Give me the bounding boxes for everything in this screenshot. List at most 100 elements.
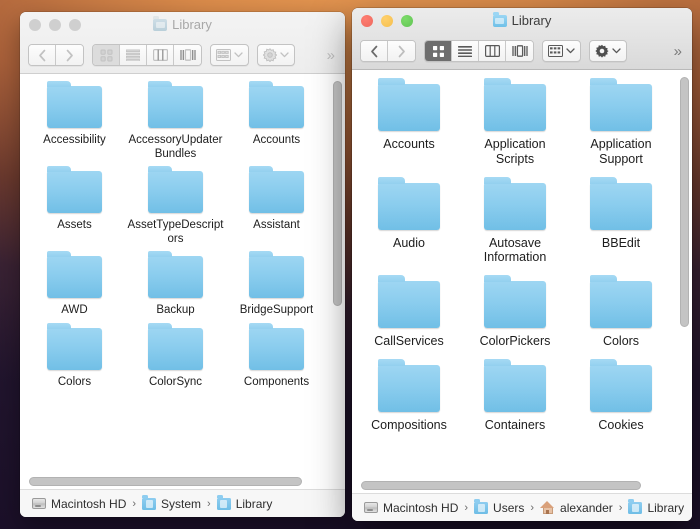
- forward-button[interactable]: [56, 45, 83, 65]
- close-button[interactable]: [29, 18, 41, 31]
- horizontal-scrollbar[interactable]: [358, 481, 676, 490]
- back-button[interactable]: [29, 45, 56, 65]
- finder-window-system-library[interactable]: Library » Accessibility AccessoryUpdater…: [20, 12, 345, 517]
- list-item[interactable]: BBEdit: [568, 176, 674, 266]
- column-view-button[interactable]: [479, 41, 506, 61]
- vertical-scrollbar[interactable]: [333, 77, 342, 486]
- minimize-button[interactable]: [381, 14, 393, 27]
- list-item[interactable]: AccessoryUpdaterBundles: [125, 81, 226, 161]
- list-item[interactable]: AssetTypeDescriptors: [125, 166, 226, 246]
- icon-grid: Accessibility AccessoryUpdaterBundles Ac…: [20, 74, 345, 389]
- list-view-button[interactable]: [120, 45, 147, 65]
- folder-icon: [148, 322, 203, 370]
- action-button[interactable]: [257, 44, 295, 66]
- vertical-scrollbar-thumb[interactable]: [680, 77, 689, 328]
- maximize-button[interactable]: [401, 14, 413, 27]
- traffic-light-group: [361, 14, 413, 27]
- list-item[interactable]: ColorPickers: [462, 275, 568, 349]
- item-label: CallServices: [374, 334, 444, 348]
- window-chrome: Library »: [352, 8, 692, 70]
- icon-view-button[interactable]: [93, 45, 120, 65]
- item-label: Audio: [393, 235, 425, 250]
- breadcrumb-library[interactable]: Library: [628, 499, 685, 515]
- path-bar: Macintosh HD › System › Library: [20, 489, 345, 517]
- toolbar-overflow-button[interactable]: »: [674, 43, 684, 60]
- folder-icon: [484, 358, 546, 412]
- vertical-scrollbar-thumb[interactable]: [333, 81, 342, 307]
- column-view-button[interactable]: [147, 45, 174, 65]
- titlebar[interactable]: Library: [352, 8, 692, 33]
- desktop-wallpaper: Library » Accessibility AccessoryUpdater…: [0, 0, 700, 529]
- folder-icon: [47, 166, 102, 214]
- arrange-button[interactable]: [210, 44, 249, 66]
- breadcrumb-label: Library: [647, 500, 685, 515]
- list-item[interactable]: Compositions: [356, 358, 462, 433]
- breadcrumb-user-home[interactable]: alexander: [540, 501, 613, 515]
- gallery-view-button[interactable]: [174, 45, 201, 65]
- breadcrumb-system[interactable]: System: [142, 495, 201, 511]
- list-item[interactable]: Autosave Information: [462, 176, 568, 266]
- icon-view-button[interactable]: [425, 41, 452, 61]
- list-item[interactable]: Accounts: [356, 78, 462, 167]
- list-item[interactable]: Assistant: [226, 166, 327, 246]
- arrange-button[interactable]: [542, 40, 581, 62]
- vertical-scrollbar[interactable]: [680, 73, 689, 490]
- maximize-button[interactable]: [69, 18, 81, 31]
- item-label: Accessibility: [43, 134, 106, 146]
- list-item[interactable]: Components: [226, 322, 327, 390]
- horizontal-scrollbar-thumb[interactable]: [361, 481, 641, 490]
- folder-icon: [47, 322, 102, 370]
- file-browser-area[interactable]: Accessibility AccessoryUpdaterBundles Ac…: [20, 74, 345, 489]
- file-browser-area[interactable]: Accounts Application Scripts Application…: [352, 70, 692, 493]
- item-label: ColorPickers: [479, 334, 551, 348]
- list-item[interactable]: Audio: [356, 176, 462, 266]
- breadcrumb-users[interactable]: Users: [474, 499, 524, 515]
- folder-icon: [148, 166, 203, 214]
- breadcrumb-macintosh-hd[interactable]: Macintosh HD: [364, 501, 458, 515]
- list-item[interactable]: Containers: [462, 358, 568, 433]
- item-label: Accounts: [252, 134, 301, 146]
- list-item[interactable]: Assets: [24, 166, 125, 246]
- breadcrumb-macintosh-hd[interactable]: Macintosh HD: [32, 497, 126, 511]
- list-view-button[interactable]: [452, 41, 479, 61]
- item-label: Colors: [57, 375, 92, 388]
- item-label: Application Scripts: [484, 137, 546, 166]
- folder-icon: [492, 12, 507, 27]
- list-item[interactable]: AWD: [24, 251, 125, 318]
- folder-icon: [249, 251, 304, 299]
- finder-window-user-library[interactable]: Library » Accounts Application Scripts A…: [352, 8, 692, 521]
- list-item[interactable]: ColorSync: [125, 322, 226, 390]
- list-item[interactable]: Application Scripts: [462, 78, 568, 167]
- item-label: BBEdit: [601, 235, 641, 250]
- list-item[interactable]: BridgeSupport: [226, 251, 327, 318]
- list-item[interactable]: Application Support: [568, 78, 674, 167]
- toolbar-overflow-button[interactable]: »: [327, 47, 337, 64]
- item-label: Accounts: [383, 137, 435, 151]
- list-item[interactable]: Cookies: [568, 358, 674, 433]
- titlebar[interactable]: Library: [20, 12, 345, 37]
- hard-drive-icon: [32, 498, 46, 509]
- minimize-button[interactable]: [49, 18, 61, 31]
- forward-button[interactable]: [388, 41, 415, 61]
- breadcrumb-label: Macintosh HD: [383, 500, 459, 515]
- folder-icon: [484, 275, 546, 328]
- gallery-view-button[interactable]: [506, 41, 533, 61]
- action-button[interactable]: [589, 40, 627, 62]
- list-item[interactable]: Accounts: [226, 81, 327, 161]
- breadcrumb-library[interactable]: Library: [216, 495, 272, 511]
- horizontal-scrollbar-thumb[interactable]: [29, 477, 302, 486]
- view-mode-switcher: [92, 44, 202, 66]
- list-item[interactable]: Colors: [568, 275, 674, 349]
- breadcrumb-separator: ›: [618, 501, 623, 514]
- list-item[interactable]: Accessibility: [24, 81, 125, 161]
- navigation-buttons: [360, 40, 416, 62]
- horizontal-scrollbar[interactable]: [26, 477, 329, 486]
- list-item[interactable]: Colors: [24, 322, 125, 390]
- list-item[interactable]: CallServices: [356, 275, 462, 349]
- folder-icon: [249, 81, 304, 128]
- close-button[interactable]: [361, 14, 373, 27]
- list-item[interactable]: Backup: [125, 251, 226, 318]
- back-button[interactable]: [361, 41, 388, 61]
- folder-icon: [378, 358, 440, 412]
- folder-icon: [47, 251, 102, 299]
